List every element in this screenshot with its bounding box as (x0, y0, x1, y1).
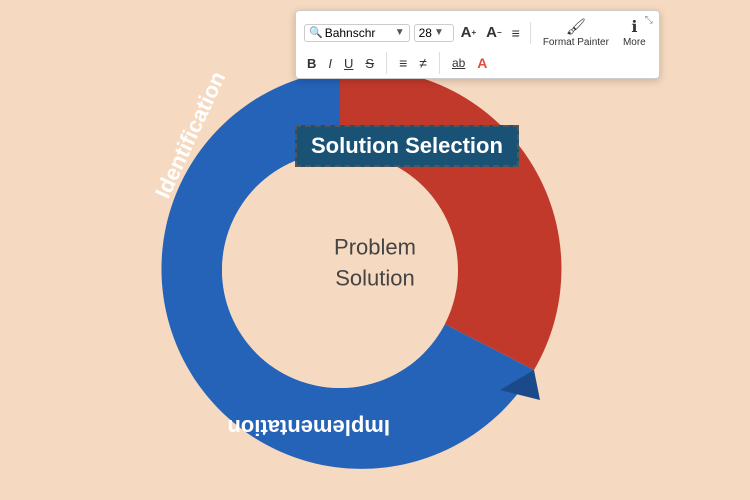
underline-button[interactable]: U (341, 54, 356, 73)
solution-selection-box[interactable]: Solution Selection (295, 125, 519, 167)
center-line2: Solution (335, 265, 415, 290)
numbered-list-button[interactable]: ≡ (396, 53, 410, 73)
center-line1: Problem (334, 234, 416, 259)
format-painter-label: Format Painter (543, 37, 609, 48)
shrink-font-button[interactable]: A− (483, 22, 505, 43)
more-label: More (623, 37, 646, 48)
center-text: Problem Solution (334, 232, 416, 294)
strikethrough-button[interactable]: S (362, 54, 377, 73)
more-icon: ℹ (631, 17, 637, 37)
font-name-input[interactable] (325, 26, 395, 40)
bullet-list-button[interactable]: ≠ (416, 53, 430, 73)
font-selector[interactable]: 🔍 ▼ (304, 24, 410, 42)
search-icon: 🔍 (309, 26, 323, 39)
caps-button[interactable]: A (474, 53, 490, 73)
align-button[interactable]: ≡ (509, 23, 523, 43)
grow-font-button[interactable]: A+ (458, 22, 480, 43)
font-size-box[interactable]: 28 ▼ (414, 24, 454, 42)
collapse-icon[interactable]: ⤡ (645, 15, 653, 26)
font-size-arrow[interactable]: ▼ (434, 27, 444, 38)
underline-text-button[interactable]: ab (449, 54, 468, 72)
italic-button[interactable]: I (325, 54, 335, 73)
floating-toolbar: ⤡ 🔍 ▼ 28 ▼ A+ A− ≡ 🖌 Format Painter ℹ Mo… (295, 10, 660, 79)
separator2 (386, 52, 387, 74)
solution-selection-label: Solution Selection (311, 133, 503, 158)
diagram-container: Identification Implementation Problem So… (20, 30, 730, 490)
bold-button[interactable]: B (304, 54, 319, 73)
implementation-label: Implementation (227, 415, 390, 440)
toolbar-row2: B I U S ≡ ≠ ab A (304, 52, 651, 74)
font-size-value: 28 (419, 26, 432, 40)
separator3 (439, 52, 440, 74)
format-painter-button[interactable]: 🖌 Format Painter (538, 15, 614, 50)
toolbar-row1: 🔍 ▼ 28 ▼ A+ A− ≡ 🖌 Format Painter ℹ More (304, 15, 651, 50)
separator1 (530, 22, 531, 44)
format-painter-icon: 🖌 (566, 17, 586, 37)
dropdown-arrow[interactable]: ▼ (395, 27, 405, 38)
